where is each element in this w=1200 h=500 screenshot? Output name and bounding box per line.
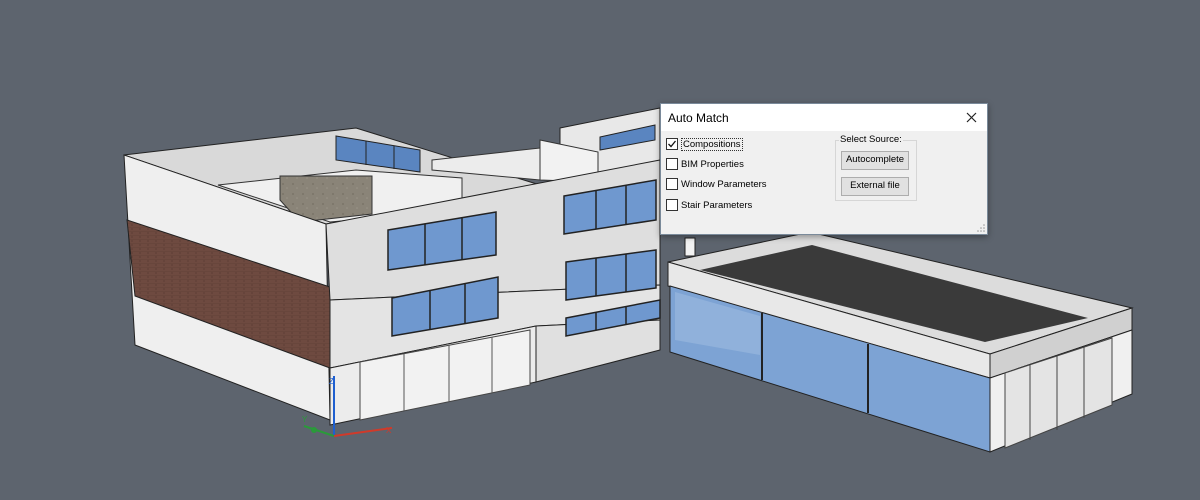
axis-x-label: X <box>386 426 392 435</box>
select-source-title: Select Source: <box>839 134 903 145</box>
dialog-title: Auto Match <box>668 111 729 125</box>
annex-wing <box>667 231 1134 453</box>
checkbox-label: Stair Parameters <box>681 199 753 211</box>
checkbox-label: Window Parameters <box>681 178 767 190</box>
checkbox-box[interactable] <box>666 138 678 150</box>
stair-parameters-checkbox[interactable]: Stair Parameters <box>666 198 752 212</box>
checkbox-label: BIM Properties <box>681 158 744 170</box>
checkbox-box[interactable] <box>666 178 678 190</box>
auto-match-dialog: Auto Match Compositions BIM Properties W… <box>660 103 988 235</box>
window-parameters-checkbox[interactable]: Window Parameters <box>666 177 767 191</box>
dialog-title-bar[interactable]: Auto Match <box>661 104 987 131</box>
external-file-button[interactable]: External file <box>841 177 909 196</box>
axis-y-label: Y <box>302 415 308 424</box>
model-viewport[interactable]: Z X Y <box>0 0 1200 500</box>
autocomplete-button[interactable]: Autocomplete <box>841 151 909 170</box>
axis-z-label: Z <box>329 377 334 386</box>
resize-grip-icon[interactable] <box>977 224 985 232</box>
checkbox-box[interactable] <box>666 199 678 211</box>
checkbox-box[interactable] <box>666 158 678 170</box>
checkmark-icon <box>668 140 677 148</box>
close-icon <box>966 112 977 123</box>
bim-properties-checkbox[interactable]: BIM Properties <box>666 157 744 171</box>
main-building <box>123 107 696 426</box>
checkbox-label: Compositions <box>681 137 743 151</box>
close-button[interactable] <box>957 104 987 131</box>
building-model: Z X Y <box>123 107 1134 453</box>
compositions-checkbox[interactable]: Compositions <box>666 137 743 151</box>
